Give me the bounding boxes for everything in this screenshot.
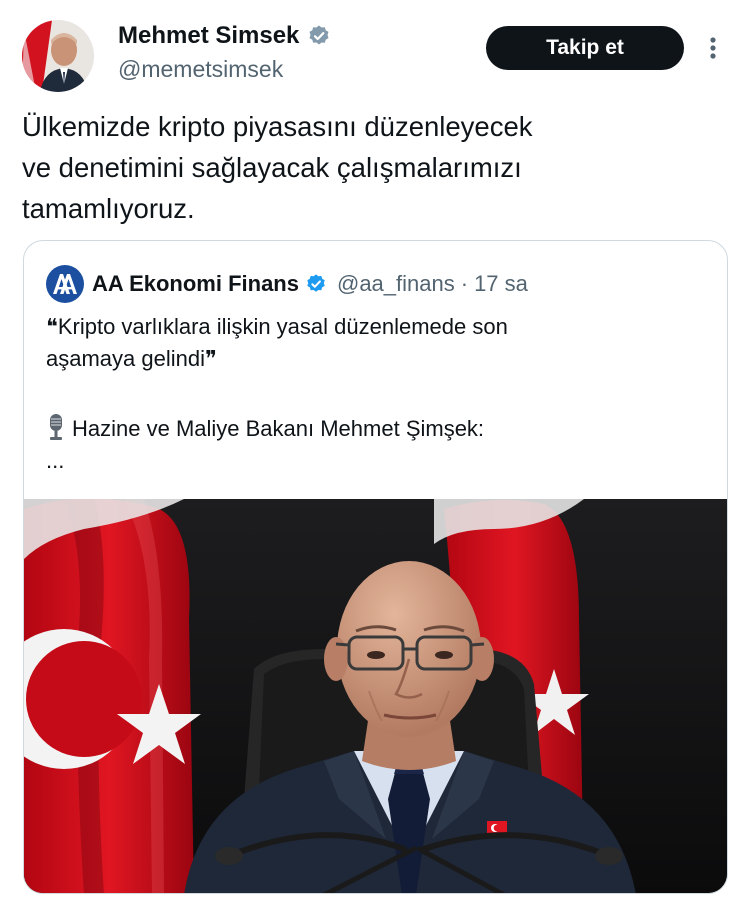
tweet-text: Ülkemizde kripto piyasasını düzenleyecek…	[22, 106, 722, 229]
quoted-text-line: ❝Kripto varlıklara ilişkin yasal düzenle…	[46, 314, 508, 339]
verified-badge-icon	[307, 274, 325, 292]
quoted-text-line: aşamaya gelindi❞	[46, 346, 217, 371]
quoted-tweet-text: ❝Kripto varlıklara ilişkin yasal düzenle…	[46, 311, 706, 477]
quoted-author-avatar[interactable]	[46, 265, 84, 303]
author-handle[interactable]: @memetsimsek	[118, 56, 283, 83]
author-name[interactable]: Mehmet Simsek	[118, 22, 331, 50]
quoted-author-name[interactable]: AA Ekonomi Finans	[92, 271, 299, 297]
tweet-text-line: Ülkemizde kripto piyasasını düzenleyecek	[22, 111, 533, 142]
verified-badge-icon	[309, 25, 329, 45]
tweet-text-line: tamamlıyoruz.	[22, 193, 195, 224]
quoted-tweet-time[interactable]: 17 sa	[474, 271, 528, 297]
quoted-speaker-text: Hazine ve Maliye Bakanı Mehmet Şimşek:	[72, 416, 485, 441]
quoted-speaker-line: Hazine ve Maliye Bakanı Mehmet Şimşek:	[46, 413, 706, 445]
follow-button[interactable]: Takip et	[486, 26, 684, 70]
quoted-tweet-header: AA Ekonomi Finans @aa_finans · 17 sa	[46, 265, 528, 303]
author-name-text[interactable]: Mehmet Simsek	[118, 22, 299, 50]
quoted-author-handle[interactable]: @aa_finans	[337, 271, 455, 297]
author-avatar[interactable]	[22, 20, 94, 92]
separator-dot: ·	[460, 271, 469, 296]
quoted-tweet-card[interactable]: AA Ekonomi Finans @aa_finans · 17 sa ❝Kr…	[23, 240, 728, 894]
quoted-tweet-image[interactable]	[24, 499, 727, 893]
more-vertical-icon[interactable]	[702, 32, 724, 64]
quoted-text-ellipsis: ...	[46, 448, 65, 473]
microphone-icon	[50, 414, 62, 440]
aa-logo-icon	[53, 274, 77, 294]
tweet-text-line: ve denetimini sağlayacak çalışmalarımızı	[22, 152, 522, 183]
tweet: Mehmet Simsek @memetsimsek Takip et Ülke…	[0, 0, 750, 909]
